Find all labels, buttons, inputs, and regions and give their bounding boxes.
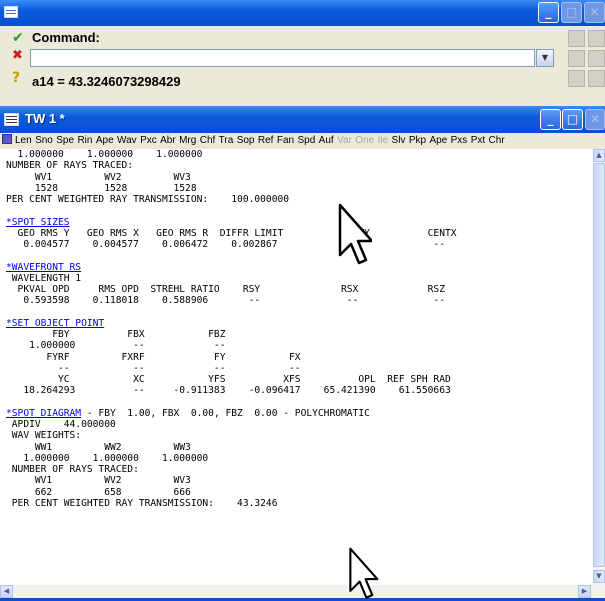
toolbar-button-pxt[interactable]: Pxt bbox=[471, 135, 485, 146]
output-line: NUMBER OF RAYS TRACED: bbox=[6, 464, 139, 475]
toolbar-button-fan[interactable]: Fan bbox=[277, 135, 294, 146]
section-link[interactable]: *WAVEFRONT RS bbox=[6, 262, 81, 273]
command-input[interactable] bbox=[30, 49, 535, 67]
chevron-down-icon[interactable]: ▼ bbox=[536, 49, 554, 67]
scroll-left-arrow-icon[interactable]: ◀ bbox=[0, 585, 13, 598]
output-line: WV1 WV2 WV3 bbox=[6, 171, 191, 183]
command-label: Command: bbox=[32, 30, 100, 45]
mouse-cursor-icon bbox=[349, 547, 379, 599]
toolbar-button-rin[interactable]: Rin bbox=[77, 135, 92, 146]
check-icon[interactable]: ✔ bbox=[12, 30, 24, 46]
side-button[interactable] bbox=[588, 50, 605, 67]
output-line: FYRF FXRF FY FX bbox=[6, 351, 301, 363]
command-window-titlebar[interactable]: _ □ ✕ bbox=[0, 0, 605, 26]
side-button[interactable] bbox=[588, 70, 605, 87]
toolbar-button-auf[interactable]: Auf bbox=[319, 135, 334, 146]
side-button[interactable] bbox=[568, 70, 585, 87]
toolbar-button-chr[interactable]: Chr bbox=[489, 135, 505, 146]
toolbar-button-chf[interactable]: Chf bbox=[200, 135, 216, 146]
output-line: PKVAL OPD RMS OPD STREHL RATIO RSY RSX R… bbox=[6, 284, 445, 295]
toolbar-button-ape[interactable]: Ape bbox=[429, 135, 447, 146]
list-icon[interactable] bbox=[4, 113, 19, 126]
command-window: _ □ ✕ ✔ Command: ✖ ▼ ? a14 = 43.32460732… bbox=[0, 0, 605, 100]
toolbar-button-pkp[interactable]: Pkp bbox=[409, 135, 426, 146]
output-line: 0.593598 0.118018 0.588906 -- -- -- bbox=[6, 295, 445, 307]
minimize-button[interactable]: _ bbox=[538, 2, 559, 23]
question-icon: ? bbox=[12, 70, 21, 86]
section-link[interactable]: *SPOT SIZES bbox=[6, 217, 70, 228]
scrollbar-thumb[interactable] bbox=[593, 163, 605, 567]
section-link[interactable]: *SET OBJECT POINT bbox=[6, 318, 104, 329]
side-button[interactable] bbox=[588, 30, 605, 47]
output-line: YC XC YFS XFS OPL REF SPH RAD bbox=[6, 374, 451, 385]
toolbar-button-ile[interactable]: Ile bbox=[378, 135, 389, 146]
toolbar-button-slv[interactable]: Slv bbox=[392, 135, 406, 146]
output-line: 0.004577 0.004577 0.006472 0.002867 -- -… bbox=[6, 239, 445, 250]
toolbar-button-sno[interactable]: Sno bbox=[35, 135, 53, 146]
output-line: APDIV 44.000000 bbox=[6, 419, 116, 430]
output-line: *WAVEFRONT RS bbox=[6, 262, 81, 273]
toolbar-button-pxs[interactable]: Pxs bbox=[451, 135, 468, 146]
output-line: GEO RMS Y GEO RMS X GEO RMS R DIFFR LIMI… bbox=[6, 227, 457, 239]
command-result: a14 = 43.3246073298429 bbox=[32, 74, 181, 89]
output-line: PER CENT WEIGHTED RAY TRANSMISSION: 43.3… bbox=[6, 497, 278, 509]
vertical-scrollbar[interactable]: ▲ ▼ bbox=[593, 149, 605, 585]
x-icon[interactable]: ✖ bbox=[12, 48, 23, 63]
output-line: -- -- -- -- bbox=[6, 362, 301, 374]
toolbar-button-pxc[interactable]: Pxc bbox=[140, 135, 157, 146]
scroll-right-arrow-icon[interactable]: ▶ bbox=[578, 585, 591, 598]
output-line: WAV WEIGHTS: bbox=[6, 430, 82, 442]
list-icon[interactable] bbox=[4, 6, 18, 18]
close-button[interactable]: ✕ bbox=[585, 109, 605, 130]
toolbar-button-abr[interactable]: Abr bbox=[160, 135, 176, 146]
output-line: PER CENT WEIGHTED RAY TRANSMISSION: 100.… bbox=[6, 194, 290, 205]
maximize-button[interactable]: □ bbox=[561, 2, 582, 23]
scroll-down-arrow-icon[interactable]: ▼ bbox=[593, 570, 605, 583]
text-output: 1.000000 1.000000 1.000000 NUMBER OF RAY… bbox=[0, 149, 593, 509]
scroll-up-arrow-icon[interactable]: ▲ bbox=[593, 149, 605, 162]
toolbar-button-var[interactable]: Var bbox=[337, 135, 352, 146]
output-line: *SPOT DIAGRAM - FBY 1.00, FBX 0.00, FBZ … bbox=[6, 408, 370, 419]
side-button[interactable] bbox=[568, 30, 585, 47]
output-line: WV1 WV2 WV3 bbox=[6, 475, 191, 487]
text-output-area[interactable]: 1.000000 1.000000 1.000000 NUMBER OF RAY… bbox=[0, 149, 593, 585]
text-window-toolbar: Len Sno Spe Rin Ape Wav Pxc Abr Mrg Chf Tra Sop Ref F… bbox=[0, 133, 605, 149]
toolbar-button-len[interactable]: Len bbox=[15, 135, 32, 146]
horizontal-scrollbar[interactable]: ◀ ▶ bbox=[0, 585, 605, 598]
output-line: 662 658 666 bbox=[6, 486, 191, 498]
toolbar-button-spd[interactable]: Spd bbox=[297, 135, 315, 146]
output-line: 1528 1528 1528 bbox=[6, 182, 197, 194]
toolbar-button-ref[interactable]: Ref bbox=[258, 135, 274, 146]
section-link[interactable]: *SPOT DIAGRAM bbox=[6, 408, 81, 419]
toolbar-button-tra[interactable]: Tra bbox=[219, 135, 234, 146]
output-line: 1.000000 1.000000 1.000000 bbox=[6, 452, 209, 464]
output-line: NUMBER OF RAYS TRACED: bbox=[6, 160, 134, 172]
mouse-cursor-icon bbox=[338, 203, 372, 265]
maximize-button[interactable]: □ bbox=[562, 109, 583, 130]
output-line: WW1 WW2 WW3 bbox=[6, 441, 191, 453]
toolbar-button-mrg[interactable]: Mrg bbox=[179, 135, 196, 146]
output-line: WAVELENGTH 1 bbox=[6, 272, 82, 284]
output-line: 1.000000 1.000000 1.000000 bbox=[6, 149, 203, 160]
output-line: FBY FBX FBZ bbox=[6, 329, 226, 340]
output-line: *SPOT SIZES bbox=[6, 217, 70, 228]
output-line: *SET OBJECT POINT bbox=[6, 318, 104, 329]
close-button[interactable]: ✕ bbox=[584, 2, 605, 23]
side-button[interactable] bbox=[568, 50, 585, 67]
toolbar-button-wav[interactable]: Wav bbox=[117, 135, 137, 146]
text-window-titlebar[interactable]: TW 1 * _ □ ✕ bbox=[0, 106, 605, 133]
window-menu-icon[interactable] bbox=[2, 134, 12, 144]
toolbar-button-one[interactable]: One bbox=[355, 135, 374, 146]
toolbar-button-sop[interactable]: Sop bbox=[237, 135, 255, 146]
window-title: TW 1 * bbox=[25, 111, 65, 126]
toolbar-button-spe[interactable]: Spe bbox=[56, 135, 74, 146]
output-line: 18.264293 -- -0.911383 -0.096417 65.4213… bbox=[6, 385, 451, 397]
output-text: - FBY 1.00, FBX 0.00, FBZ 0.00 - POLYCHR… bbox=[81, 407, 370, 419]
toolbar-button-ape[interactable]: Ape bbox=[96, 135, 114, 146]
output-line: 1.000000 -- -- bbox=[6, 340, 226, 352]
minimize-button[interactable]: _ bbox=[540, 109, 561, 130]
